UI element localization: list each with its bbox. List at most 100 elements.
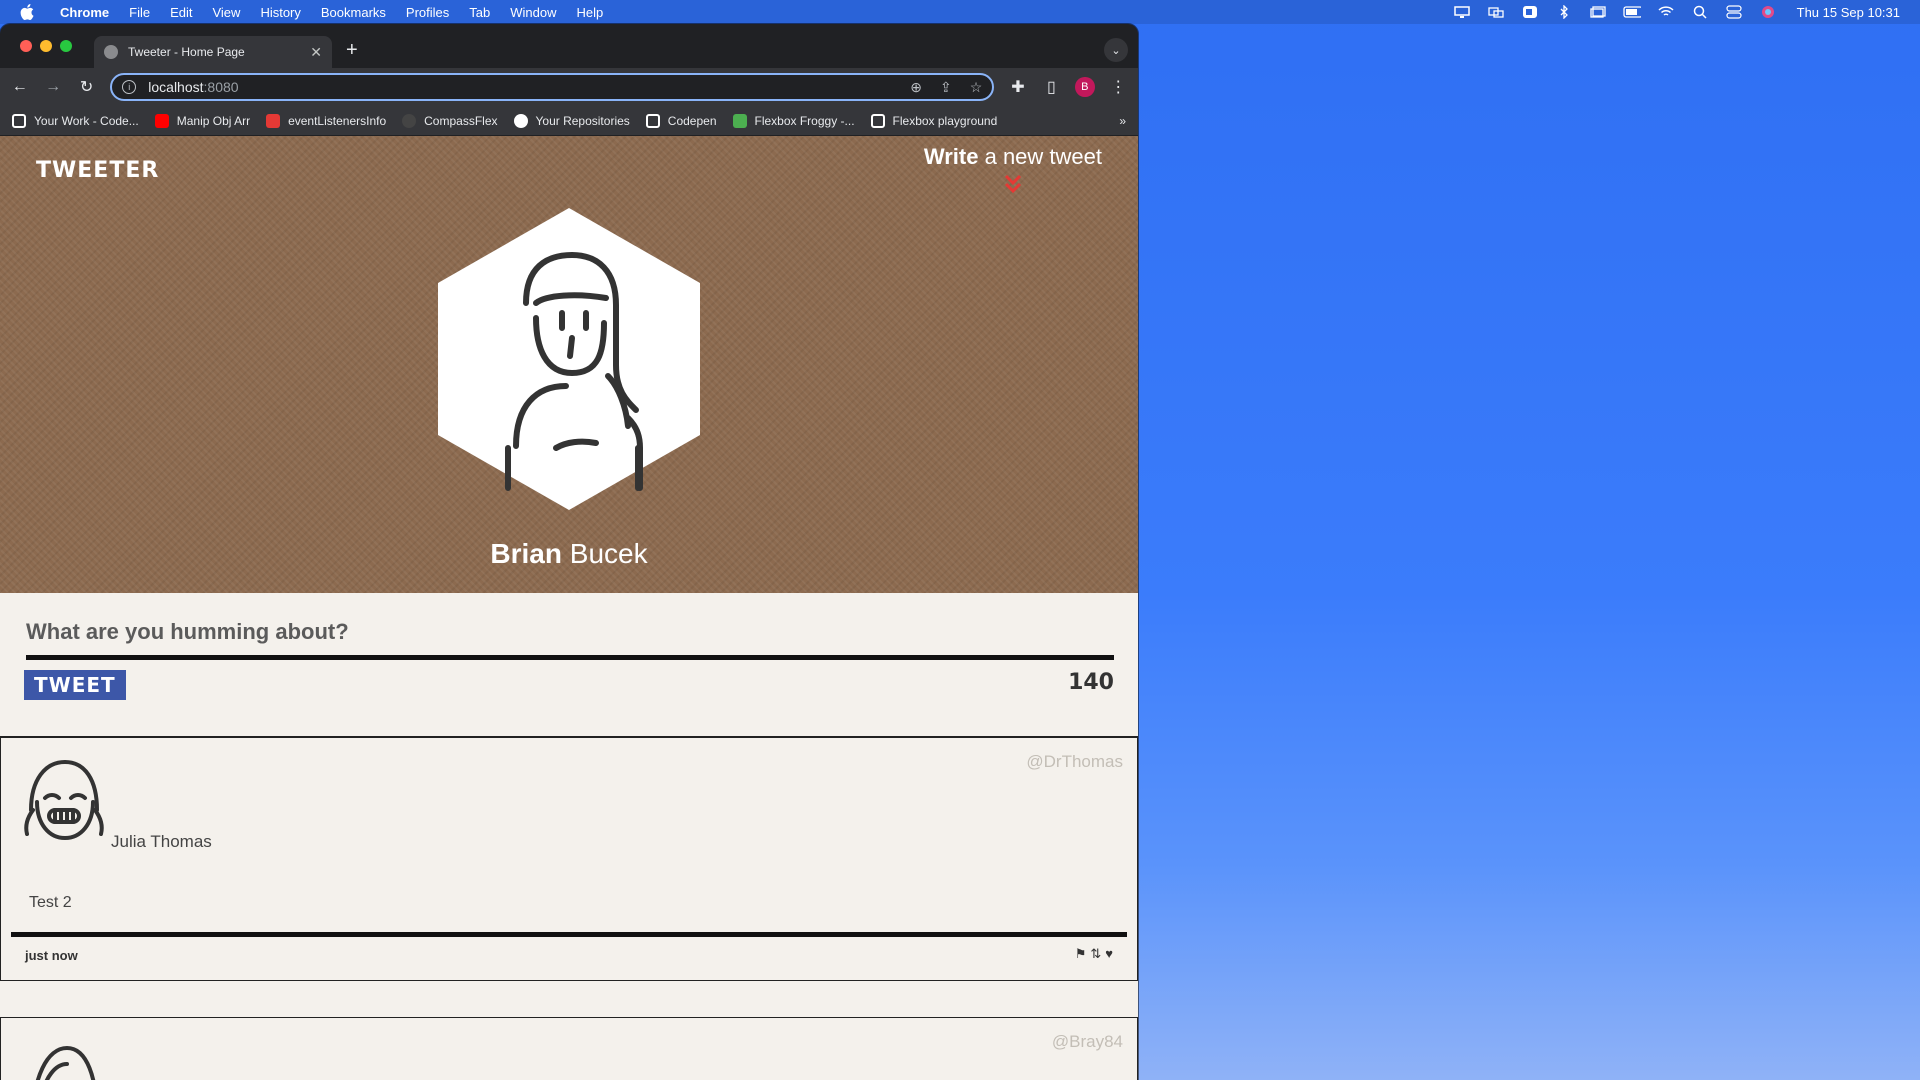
retweet-icon[interactable]: ⇅ — [1090, 946, 1101, 962]
more-bookmarks-icon[interactable]: » — [1119, 114, 1126, 128]
bookmark-item[interactable]: Your Work - Code... — [12, 113, 139, 128]
tweet-divider — [11, 932, 1127, 937]
double-chevron-down-icon[interactable] — [1002, 172, 1024, 194]
tweet-gap — [0, 981, 1138, 1017]
address-bar-actions: ⊕ ⇪ ☆ — [910, 79, 982, 96]
bookmark-label: Manip Obj Arr — [176, 113, 251, 128]
write-new-tweet-toggle[interactable]: Write a new tweet — [924, 144, 1102, 194]
new-tab-plus-icon[interactable]: + — [346, 40, 358, 60]
menu-file[interactable]: File — [129, 5, 150, 20]
tweet-article: Julia Thomas @DrThomas Test 2 just now ⚑… — [0, 737, 1138, 981]
youtube-icon — [154, 113, 169, 128]
tweet-article: @Bray84 — [0, 1017, 1138, 1080]
close-window-button[interactable] — [20, 40, 32, 52]
tweet-author-name: Julia Thomas — [111, 832, 212, 851]
address-bar[interactable]: i localhost:8080 ⊕ ⇪ ☆ — [110, 73, 995, 101]
menu-edit[interactable]: Edit — [170, 5, 192, 20]
compass-icon — [402, 113, 417, 128]
spotlight-search-icon[interactable] — [1691, 5, 1709, 19]
menu-app-name[interactable]: Chrome — [60, 5, 109, 20]
profile-avatar[interactable]: B — [1075, 77, 1095, 97]
codepen-icon — [645, 113, 660, 128]
kebab-menu-icon[interactable]: ⋮ — [1109, 77, 1128, 97]
site-logo[interactable]: TWEETER — [36, 158, 159, 183]
url-port: :8080 — [203, 79, 239, 95]
menubar-status-area: Thu 15 Sep 10:31 — [1453, 5, 1900, 20]
tweet-actions: ⚑ ⇅ ♥ — [1075, 946, 1113, 962]
menu-bookmarks[interactable]: Bookmarks — [321, 5, 386, 20]
forward-arrow-icon[interactable]: → — [43, 78, 62, 96]
close-icon[interactable]: ✕ — [310, 44, 322, 61]
bookmark-item[interactable]: Flexbox playground — [870, 113, 998, 128]
window-stack-icon[interactable] — [1589, 5, 1607, 19]
tweet-avatar — [24, 759, 104, 841]
back-arrow-icon[interactable]: ← — [10, 78, 29, 96]
reload-icon[interactable]: ↻ — [77, 77, 96, 97]
write-label-bold: Write — [923, 144, 979, 169]
scrimba-icon — [266, 113, 281, 128]
browser-toolbar: ← → ↻ i localhost:8080 ⊕ ⇪ ☆ ✚ ▯ B ⋮ — [0, 68, 1138, 106]
profile-header: TWEETER Write a new tweet Brian Bucek — [0, 136, 1138, 593]
bookmark-label: Flexbox playground — [892, 113, 998, 128]
tab-active[interactable]: Tweeter - Home Page ✕ — [94, 36, 332, 68]
menu-window[interactable]: Window — [510, 5, 556, 20]
window-controls — [20, 40, 72, 52]
share-icon[interactable]: ⇪ — [940, 79, 952, 96]
profile-avatar-hexagon — [438, 208, 700, 510]
screen-mirror-icon[interactable] — [1487, 5, 1505, 19]
zoom-window-button[interactable] — [60, 40, 72, 52]
tweet-content: Test 2 — [29, 894, 72, 911]
bluetooth-icon[interactable] — [1555, 5, 1573, 19]
bookmark-label: Codepen — [667, 113, 717, 128]
profile-first-name: Brian — [490, 538, 562, 569]
tweet-submit-button[interactable]: TWEET — [24, 670, 126, 700]
control-center-icon[interactable] — [1725, 5, 1743, 19]
bookmark-star-icon[interactable]: ☆ — [970, 79, 983, 96]
bookmark-item[interactable]: Your Repositories — [513, 113, 630, 128]
write-label-rest: a new tweet — [978, 144, 1102, 169]
zoom-magnifier-icon[interactable]: ⊕ — [910, 79, 922, 96]
menu-help[interactable]: Help — [577, 5, 604, 20]
bookmark-label: Flexbox Froggy -... — [754, 113, 855, 128]
bookmark-item[interactable]: CompassFlex — [402, 113, 498, 128]
menu-profiles[interactable]: Profiles — [406, 5, 449, 20]
tweet-handle[interactable]: @DrThomas — [1026, 752, 1123, 772]
bookmark-item[interactable]: Manip Obj Arr — [154, 113, 251, 128]
flag-icon[interactable]: ⚑ — [1075, 946, 1087, 962]
chevron-down-icon[interactable]: ⌄ — [1104, 38, 1128, 62]
menu-tab[interactable]: Tab — [469, 5, 490, 20]
profile-last-name: Bucek — [561, 538, 648, 569]
siri-icon[interactable] — [1759, 5, 1777, 19]
tab-title: Tweeter - Home Page — [128, 45, 245, 59]
bookmark-item[interactable]: Flexbox Froggy -... — [732, 113, 855, 128]
menu-view[interactable]: View — [212, 5, 240, 20]
bookmark-label: Your Repositories — [535, 113, 630, 128]
apple-icon[interactable] — [20, 4, 34, 20]
character-counter: 140 — [1068, 670, 1114, 695]
tweet-textarea[interactable]: What are you humming about? — [26, 619, 1114, 645]
extensions-puzzle-icon[interactable]: ✚ — [1008, 77, 1027, 97]
bookmark-item[interactable]: Codepen — [645, 113, 717, 128]
menu-history[interactable]: History — [260, 5, 300, 20]
display-icon[interactable] — [1453, 5, 1471, 19]
page-viewport: TWEETER Write a new tweet Brian Bucek Wh… — [0, 136, 1138, 1080]
bookmark-item[interactable]: eventListenersInfo — [266, 113, 387, 128]
new-tweet-form: What are you humming about? TWEET 140 — [0, 593, 1138, 737]
zoom-app-icon[interactable] — [1521, 5, 1539, 19]
profile-username: Brian Bucek — [0, 538, 1138, 570]
browser-window: Tweeter - Home Page ✕ + ⌄ ← → ↻ i localh… — [0, 24, 1138, 1080]
bookmark-label: Your Work - Code... — [34, 113, 139, 128]
wifi-icon[interactable] — [1657, 5, 1675, 19]
menubar-clock[interactable]: Thu 15 Sep 10:31 — [1797, 5, 1900, 20]
heart-icon[interactable]: ♥ — [1105, 946, 1113, 962]
site-info-icon[interactable]: i — [122, 80, 137, 94]
minimize-window-button[interactable] — [40, 40, 52, 52]
tweet-timestamp: just now — [25, 948, 78, 963]
battery-icon[interactable] — [1622, 5, 1641, 19]
tweet-handle[interactable]: @Bray84 — [1052, 1032, 1123, 1052]
github-icon — [513, 113, 528, 128]
side-panel-icon[interactable]: ▯ — [1042, 77, 1061, 97]
bookmark-label: CompassFlex — [424, 113, 498, 128]
bookmark-label: eventListenersInfo — [288, 113, 387, 128]
url-host: localhost — [148, 79, 204, 95]
